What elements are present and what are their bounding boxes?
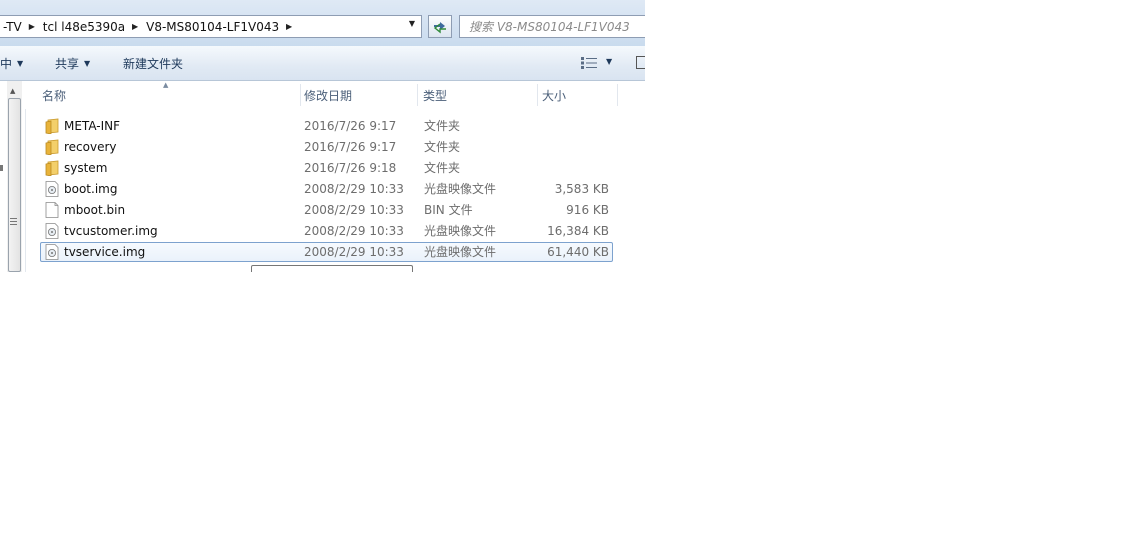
file-row[interactable]: boot.img 2008/2/29 10:33 光盘映像文件 3,583 KB (40, 179, 613, 199)
column-header-name[interactable]: 名称 (42, 81, 66, 109)
refresh-icon (433, 21, 446, 33)
file-name: mboot.bin (64, 203, 126, 217)
sort-ascending-icon: ▲ (163, 81, 169, 89)
file-row[interactable]: mboot.bin 2008/2/29 10:33 BIN 文件 916 KB (40, 200, 613, 220)
new-folder-button[interactable]: 新建文件夹 (123, 46, 183, 81)
command-bar: 中 ▼ 共享 ▼ 新建文件夹 ▼ (0, 46, 645, 81)
file-type: 光盘映像文件 (424, 182, 497, 196)
column-header-size[interactable]: 大小 (542, 81, 566, 109)
share-button[interactable]: 共享 ▼ (55, 46, 90, 81)
file-name: boot.img (64, 182, 118, 196)
folder-icon (45, 160, 59, 176)
file-name: tvservice.img (64, 245, 146, 259)
search-placeholder: 搜索 V8-MS80104-LF1V043 (469, 20, 630, 34)
file-type: 文件夹 (424, 161, 461, 175)
file-row[interactable]: tvcustomer.img 2008/2/29 10:33 光盘映像文件 16… (40, 221, 613, 241)
file-name: tvcustomer.img (64, 224, 158, 238)
file-name: system (64, 161, 108, 175)
share-label: 共享 (55, 57, 80, 71)
file-type: 文件夹 (424, 119, 461, 133)
disc-image-icon (45, 244, 59, 260)
scroll-grip-icon (10, 218, 17, 225)
file-date: 2008/2/29 10:33 (304, 224, 404, 238)
file-row[interactable]: META-INF 2016/7/26 9:17 文件夹 (40, 116, 613, 136)
address-bar[interactable]: -TV ▶ tcl l48e5390a ▶ V8-MS80104-LF1V043… (0, 15, 422, 38)
navigation-pane-marker (0, 165, 3, 171)
breadcrumb-0[interactable]: -TV (0, 16, 25, 37)
view-options-dropdown-icon[interactable]: ▼ (606, 57, 612, 66)
refresh-button[interactable] (428, 15, 452, 38)
column-divider[interactable] (537, 84, 538, 106)
address-history-dropdown-icon[interactable]: ▼ (405, 19, 419, 28)
scrollbar-thumb[interactable] (8, 98, 21, 272)
breadcrumb-1[interactable]: tcl l48e5390a (39, 16, 128, 37)
breadcrumb-2[interactable]: V8-MS80104-LF1V043 (142, 16, 282, 37)
folder-icon (45, 118, 59, 134)
include-label: 中 (0, 57, 13, 71)
file-name: META-INF (64, 119, 121, 133)
new-folder-label: 新建文件夹 (123, 57, 184, 71)
file-size: 16,384 KB (547, 224, 609, 238)
file-size: 3,583 KB (554, 182, 609, 196)
address-bar-strip: -TV ▶ tcl l48e5390a ▶ V8-MS80104-LF1V043… (0, 0, 645, 46)
file-size: 916 KB (566, 203, 609, 217)
chevron-down-icon: ▼ (84, 59, 91, 68)
column-divider[interactable] (617, 84, 618, 106)
disc-image-icon (45, 223, 59, 239)
column-divider[interactable] (300, 84, 301, 106)
file-date: 2016/7/26 9:17 (304, 140, 397, 154)
column-header-row: 名称 修改日期 类型 大小 (25, 81, 645, 109)
file-type: 光盘映像文件 (424, 224, 497, 238)
file-date: 2016/7/26 9:17 (304, 119, 397, 133)
file-size: 61,440 KB (547, 245, 609, 259)
include-in-library-button[interactable]: 中 ▼ (0, 46, 23, 81)
tooltip (251, 265, 413, 272)
file-date: 2008/2/29 10:33 (304, 203, 404, 217)
file-row[interactable]: recovery 2016/7/26 9:17 文件夹 (40, 137, 613, 157)
file-date: 2016/7/26 9:18 (304, 161, 397, 175)
view-options-icon[interactable] (581, 57, 597, 69)
search-input[interactable]: 搜索 V8-MS80104-LF1V043 (459, 15, 645, 38)
scroll-up-icon[interactable]: ▲ (10, 87, 15, 95)
file-type: 文件夹 (424, 140, 461, 154)
explorer-window: -TV ▶ tcl l48e5390a ▶ V8-MS80104-LF1V043… (0, 0, 645, 272)
column-divider[interactable] (417, 84, 418, 106)
file-date: 2008/2/29 10:33 (304, 182, 404, 196)
file-date: 2008/2/29 10:33 (304, 245, 404, 259)
disc-image-icon (45, 181, 59, 197)
file-type: 光盘映像文件 (424, 245, 497, 259)
file-row-selected[interactable]: tvservice.img 2008/2/29 10:33 光盘映像文件 61,… (40, 242, 613, 262)
breadcrumb-separator-icon[interactable]: ▶ (25, 22, 39, 31)
breadcrumb-separator-icon[interactable]: ▶ (128, 22, 142, 31)
file-name: recovery (64, 140, 117, 154)
preview-pane-icon[interactable] (636, 56, 645, 69)
column-header-date[interactable]: 修改日期 (304, 81, 352, 109)
file-icon (45, 202, 59, 218)
file-type: BIN 文件 (424, 203, 473, 217)
column-header-type[interactable]: 类型 (423, 81, 447, 109)
breadcrumb-separator-icon[interactable]: ▶ (282, 22, 296, 31)
folder-icon (45, 139, 59, 155)
file-row[interactable]: system 2016/7/26 9:18 文件夹 (40, 158, 613, 178)
chevron-down-icon: ▼ (17, 59, 24, 68)
